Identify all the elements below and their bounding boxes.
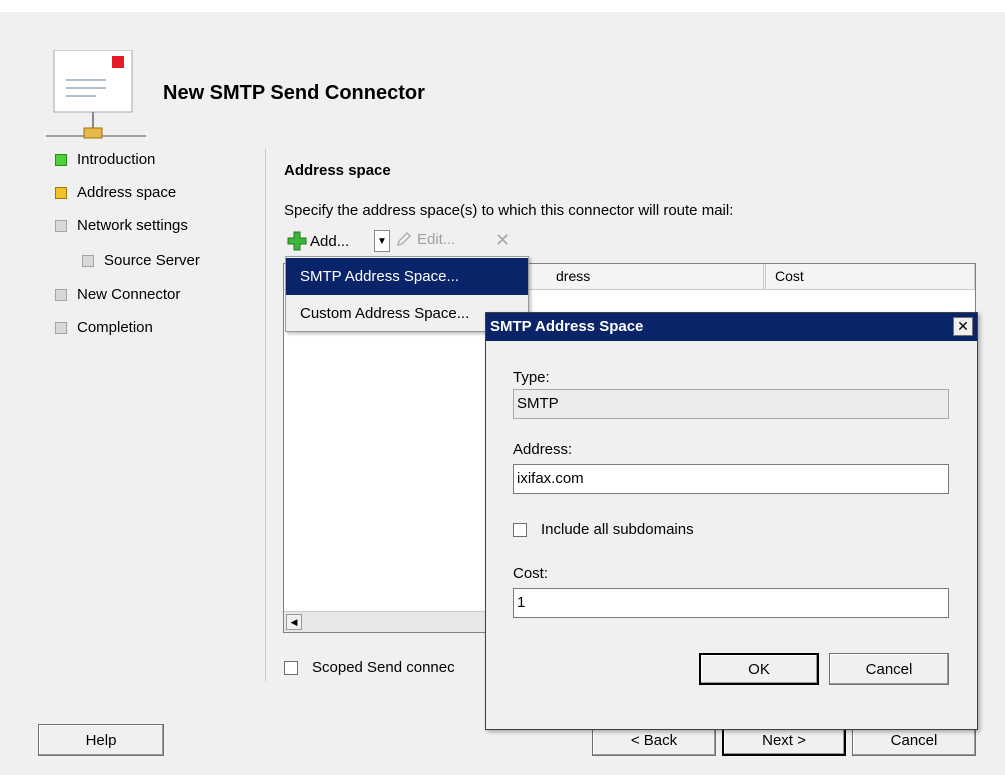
cost-label: Cost: — [513, 565, 549, 582]
x-icon: ✕ — [495, 230, 511, 250]
step-introduction: Introduction — [55, 151, 155, 168]
cost-input[interactable]: 1 — [513, 588, 949, 618]
step-completion: Completion — [55, 319, 153, 336]
dialog-cancel-button[interactable]: Cancel — [829, 653, 949, 685]
step-label: Source Server — [104, 252, 200, 269]
plus-icon — [287, 231, 307, 251]
step-label: Completion — [77, 319, 153, 336]
status-pending-icon — [55, 321, 67, 334]
address-label: Address: — [513, 441, 573, 458]
add-button[interactable]: Add... — [286, 228, 349, 254]
edit-button[interactable]: Edit... — [395, 230, 455, 248]
type-field: SMTP — [513, 389, 949, 419]
step-source-server: Source Server — [82, 252, 200, 269]
address-input[interactable]: ixifax.com — [513, 464, 949, 494]
close-icon[interactable]: ✕ — [953, 317, 973, 336]
step-label: New Connector — [77, 286, 181, 303]
scoped-label: Scoped Send connec — [312, 659, 455, 676]
dialog-title-bar: SMTP Address Space — [486, 313, 977, 341]
add-label: Add... — [310, 232, 350, 250]
include-subdomains-checkbox[interactable] — [513, 522, 527, 537]
section-title: Address space — [284, 162, 391, 179]
column-address-label: dress — [556, 268, 591, 284]
include-subdomains-label: Include all subdomains — [541, 521, 694, 538]
step-label: Network settings — [77, 217, 188, 234]
chevron-down-icon: ▼ — [377, 235, 387, 247]
wizard-window: New SMTP Send Connector Introduction Add… — [0, 12, 1005, 775]
status-complete-icon — [55, 153, 67, 166]
add-dropdown-button[interactable]: ▼ — [374, 230, 390, 252]
edit-label: Edit... — [417, 230, 456, 248]
step-label: Introduction — [77, 151, 156, 168]
instruction-text: Specify the address space(s) to which th… — [284, 202, 734, 219]
status-pending-icon — [55, 288, 67, 301]
dialog-title: SMTP Address Space — [490, 318, 644, 335]
column-cost-label: Cost — [775, 268, 804, 284]
remove-button[interactable]: ✕ — [495, 230, 510, 251]
column-divider — [765, 264, 766, 289]
step-address-space: Address space — [55, 184, 176, 201]
scoped-send-connector[interactable]: Scoped Send connec — [284, 659, 455, 676]
status-pending-icon — [82, 254, 94, 267]
include-subdomains[interactable]: Include all subdomains — [513, 521, 694, 538]
status-current-icon — [55, 186, 67, 199]
wizard-title: New SMTP Send Connector — [163, 82, 425, 104]
step-new-connector: New Connector — [55, 286, 180, 303]
divider — [265, 149, 266, 681]
help-button[interactable]: Help — [38, 724, 164, 756]
scroll-left-icon[interactable]: ◀ — [286, 614, 302, 630]
mail-connector-icon — [46, 49, 150, 146]
smtp-address-space-dialog: SMTP Address Space ✕ Type: SMTP Address:… — [485, 312, 978, 730]
type-label: Type: — [513, 369, 550, 386]
menu-item-smtp-address-space[interactable]: SMTP Address Space... — [286, 258, 528, 295]
status-pending-icon — [55, 219, 67, 232]
step-label: Address space — [77, 184, 177, 201]
step-network-settings: Network settings — [55, 217, 188, 234]
scoped-checkbox[interactable] — [284, 660, 298, 675]
pencil-icon — [396, 231, 412, 247]
ok-button[interactable]: OK — [699, 653, 819, 685]
